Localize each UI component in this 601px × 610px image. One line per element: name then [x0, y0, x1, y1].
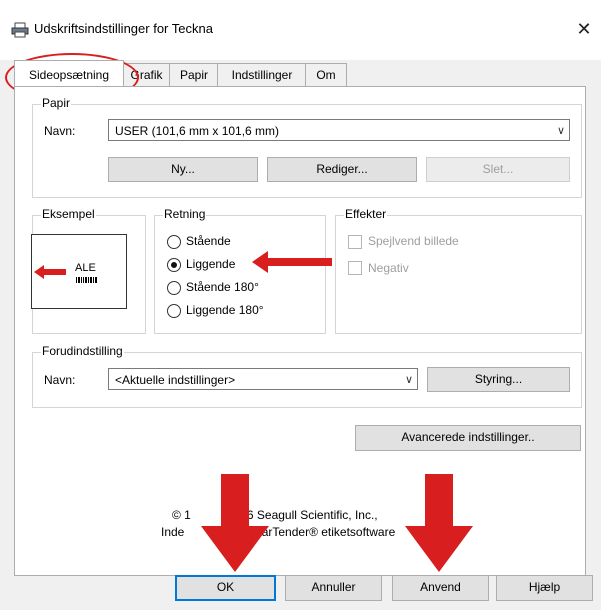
cancel-button[interactable]: Annuller: [285, 575, 382, 601]
radio-staende-180-label[interactable]: Stående 180°: [186, 280, 259, 294]
chevron-down-icon: ∨: [556, 125, 565, 137]
radio-staende-label[interactable]: Stående: [186, 234, 231, 248]
paper-name-value: USER (101,6 mm x 101,6 mm): [115, 124, 280, 138]
negative-checkbox[interactable]: [348, 261, 362, 275]
radio-liggende-180[interactable]: [167, 304, 181, 318]
preset-select[interactable]: <Aktuelle indstillinger> ∨: [108, 368, 418, 390]
annotation-arrow-down-ok-icon: [201, 474, 269, 572]
paper-name-label: Navn:: [44, 124, 76, 138]
tab-sideopsaetning[interactable]: Sideopsætning: [14, 60, 124, 86]
annotation-arrow-down-apply-icon: [405, 474, 473, 572]
window-title: Udskriftsindstillinger for Teckna: [34, 21, 213, 36]
mirror-label[interactable]: Spejlvend billede: [368, 234, 459, 248]
radio-staende[interactable]: [167, 235, 181, 249]
preview-red-arrow-icon: [34, 265, 66, 279]
title-bar: Udskriftsindstillinger for Teckna ✕: [0, 0, 601, 60]
close-button[interactable]: ✕: [570, 14, 598, 44]
effects-group-label: Effekter: [344, 207, 388, 222]
tab-papir[interactable]: Papir: [169, 63, 219, 86]
advanced-settings-button[interactable]: Avancerede indstillinger..: [355, 425, 581, 451]
edit-paper-button[interactable]: Rediger...: [267, 157, 417, 182]
paper-group-label: Papir: [41, 96, 72, 111]
mirror-checkbox[interactable]: [348, 235, 362, 249]
example-group-label: Eksempel: [41, 207, 96, 222]
tab-indstillinger[interactable]: Indstillinger: [217, 63, 307, 86]
radio-staende-180[interactable]: [167, 281, 181, 295]
help-button[interactable]: Hjælp: [496, 575, 593, 601]
paper-name-select[interactable]: USER (101,6 mm x 101,6 mm) ∨: [108, 119, 570, 141]
preview-text: ALE: [75, 262, 96, 274]
delete-paper-button[interactable]: Slet...: [426, 157, 570, 182]
chevron-down-icon: ∨: [404, 374, 413, 386]
radio-liggende-label[interactable]: Liggende: [186, 257, 235, 271]
preset-name-label: Navn:: [44, 373, 76, 387]
ok-button[interactable]: OK: [175, 575, 276, 601]
apply-button[interactable]: Anvend: [392, 575, 489, 601]
radio-liggende-180-label[interactable]: Liggende 180°: [186, 303, 264, 317]
copyright-line2: Inde af BarTender® etiketsoftware: [161, 525, 396, 539]
annotation-arrow-left-icon: [252, 251, 332, 273]
barcode-icon: [76, 277, 97, 283]
radio-liggende[interactable]: [167, 258, 181, 272]
preset-value: <Aktuelle indstillinger>: [115, 373, 236, 387]
tab-om[interactable]: Om: [305, 63, 347, 86]
new-paper-button[interactable]: Ny...: [108, 157, 258, 182]
orientation-group-label: Retning: [163, 207, 207, 222]
negative-label[interactable]: Negativ: [368, 261, 409, 275]
preset-group-label: Forudindstilling: [41, 344, 124, 359]
printer-icon: [11, 22, 29, 38]
manage-preset-button[interactable]: Styring...: [427, 367, 570, 392]
